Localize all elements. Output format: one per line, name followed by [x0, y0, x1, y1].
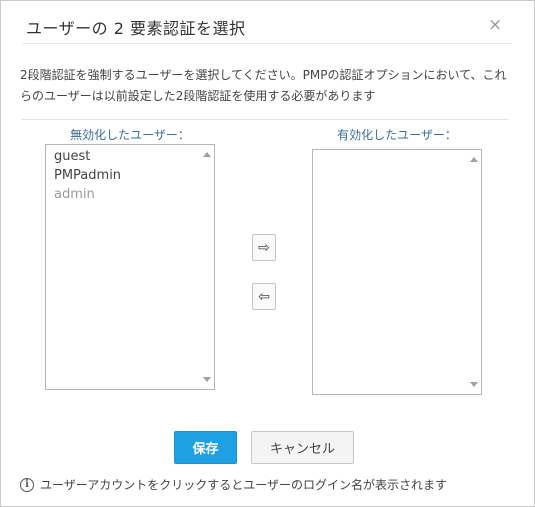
move-left-button[interactable]: ⇦ — [252, 283, 276, 310]
save-button[interactable]: 保存 — [174, 431, 237, 464]
move-right-button[interactable]: ⇨ — [252, 234, 276, 261]
enabled-list-scrollbar[interactable] — [466, 150, 481, 394]
enabled-users-label: 有効化したユーザー： — [337, 128, 457, 142]
arrow-left-icon: ⇦ — [258, 288, 270, 305]
scroll-up-icon[interactable] — [203, 152, 211, 157]
disabled-users-listbox[interactable]: guest PMPadmin admin — [45, 144, 215, 390]
disabled-list-scrollbar[interactable] — [199, 145, 214, 389]
dialog-description: 2段階認証を強制するユーザーを選択してください。PMPの認証オプションにおいて、… — [20, 68, 507, 103]
description-divider — [21, 119, 508, 120]
footer-note-text: ユーザーアカウントをクリックするとユーザーのログイン名が表示されます — [40, 478, 448, 492]
scroll-down-icon[interactable] — [203, 377, 211, 382]
scroll-up-icon[interactable] — [470, 157, 478, 162]
close-icon[interactable]: × — [488, 15, 502, 35]
list-item-guest[interactable]: guest — [54, 147, 121, 166]
footer-info-note: i ユーザーアカウントをクリックするとユーザーのログイン名が表示されます — [20, 476, 447, 493]
list-item-pmpadmin[interactable]: PMPadmin — [54, 166, 121, 185]
info-icon: i — [20, 477, 34, 492]
arrow-right-icon: ⇨ — [258, 239, 270, 256]
list-item-admin[interactable]: admin — [54, 185, 121, 204]
dialog-title: ユーザーの 2 要素認証を選択 — [26, 19, 246, 38]
enabled-users-listbox[interactable] — [312, 149, 482, 395]
title-divider — [23, 43, 512, 44]
scroll-down-icon[interactable] — [470, 382, 478, 387]
two-factor-user-dialog: ユーザーの 2 要素認証を選択 × 2段階認証を強制するユーザーを選択してくださ… — [0, 0, 535, 507]
disabled-users-label: 無効化したユーザー： — [70, 128, 190, 142]
cancel-button[interactable]: キャンセル — [251, 431, 354, 464]
